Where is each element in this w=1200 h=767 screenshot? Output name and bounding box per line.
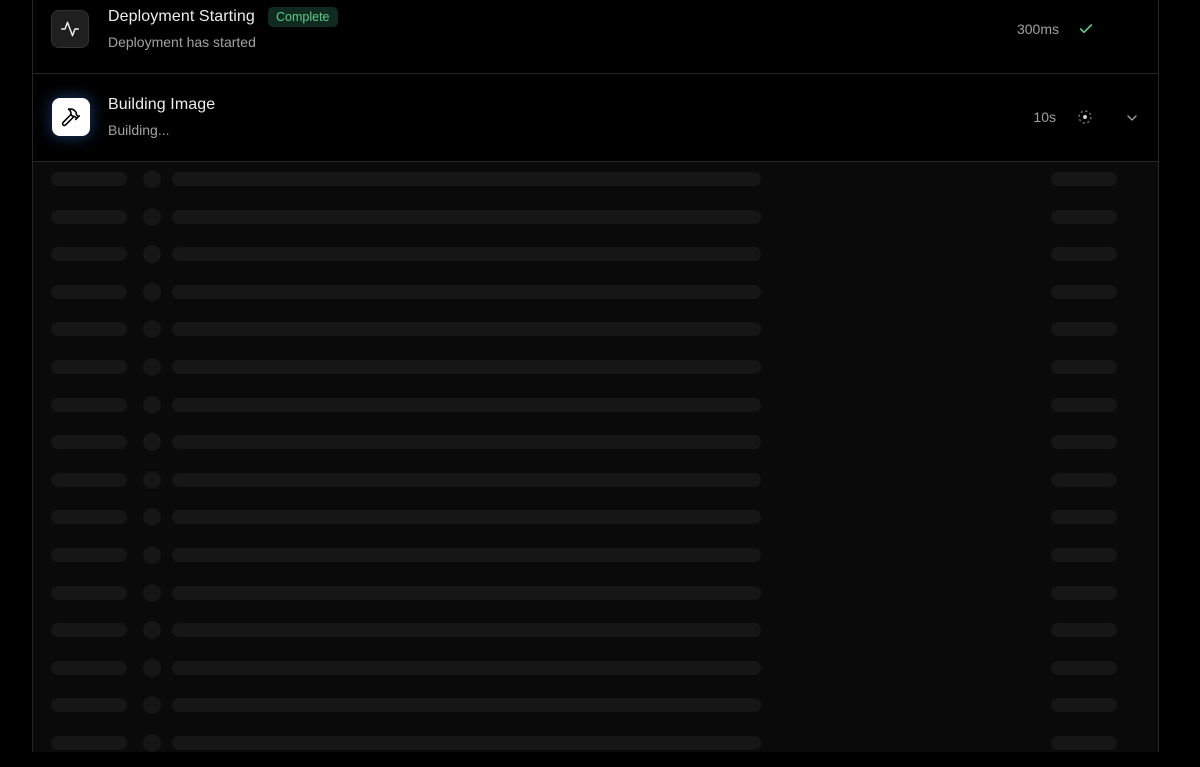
skeleton-timestamp [51,322,127,337]
skeleton-message [172,623,761,638]
skeleton-dot [143,170,161,188]
skeleton-duration [1051,397,1117,412]
skeleton-duration [1051,585,1117,600]
skeleton-timestamp [51,209,127,224]
skeleton-message [172,660,761,675]
spinner-icon [1076,108,1094,126]
step-deployment-starting[interactable]: Deployment Starting Complete Deployment … [33,0,1158,74]
skeleton-message [172,247,761,262]
skeleton-dot [143,282,161,301]
skeleton-message [172,472,761,487]
skeleton-timestamp [51,736,127,750]
skeleton-duration [1051,660,1117,675]
skeleton-dot [143,207,161,226]
skeleton-message [172,397,761,412]
skeleton-dot [143,395,161,414]
step-subtitle: Deployment has started [108,34,256,50]
skeleton-timestamp [51,698,127,713]
skeleton-duration [1051,172,1117,186]
skeleton-message [172,585,761,600]
skeleton-message [172,172,761,186]
skeleton-message [172,736,761,750]
skeleton-message [172,698,761,713]
skeleton-timestamp [51,472,127,487]
skeleton-dot [143,433,161,452]
step-title: Building Image [108,96,216,113]
step-duration: 300ms [1016,21,1059,37]
skeleton-dot [143,320,161,339]
skeleton-timestamp [51,623,127,638]
activity-icon [51,10,89,48]
skeleton-duration [1051,548,1117,562]
skeleton-duration [1051,322,1117,337]
skeleton-message [172,284,761,299]
step-subtitle: Building... [108,122,170,138]
skeleton-timestamp [51,660,127,675]
skeleton-duration [1051,209,1117,224]
step-duration: 10s [1033,109,1056,125]
status-badge: Complete [268,7,338,27]
skeleton-dot [143,658,161,677]
skeleton-timestamp [51,247,127,262]
skeleton-duration [1051,623,1117,638]
skeleton-duration [1051,510,1117,525]
skeleton-dot [143,621,161,640]
skeleton-dot [143,508,161,527]
skeleton-message [172,548,761,562]
skeleton-message [172,435,761,450]
skeleton-timestamp [51,172,127,186]
skeleton-dot [143,583,161,602]
skeleton-dot [143,470,161,489]
skeleton-message [172,209,761,224]
skeleton-duration [1051,247,1117,262]
step-building-image[interactable]: Building Image Building... 10s [33,74,1158,162]
skeleton-dot [143,245,161,264]
skeleton-timestamp [51,397,127,412]
skeleton-dot [143,734,161,752]
skeleton-duration [1051,435,1117,450]
check-icon [1077,20,1095,38]
skeleton-message [172,360,761,374]
deployment-steps-panel: Deployment Starting Complete Deployment … [32,0,1159,752]
skeleton-timestamp [51,360,127,374]
step-title: Deployment Starting [108,8,255,25]
chevron-down-icon[interactable] [1123,109,1141,127]
skeleton-dot [143,546,161,564]
hammer-icon [52,98,90,136]
build-logs-skeleton [33,162,1158,752]
skeleton-duration [1051,736,1117,750]
skeleton-duration [1051,284,1117,299]
skeleton-timestamp [51,435,127,450]
skeleton-timestamp [51,510,127,525]
skeleton-timestamp [51,284,127,299]
skeleton-duration [1051,472,1117,487]
skeleton-dot [143,696,161,715]
skeleton-timestamp [51,548,127,562]
skeleton-dot [143,358,161,376]
skeleton-message [172,322,761,337]
skeleton-duration [1051,698,1117,713]
skeleton-message [172,510,761,525]
skeleton-duration [1051,360,1117,374]
skeleton-timestamp [51,585,127,600]
